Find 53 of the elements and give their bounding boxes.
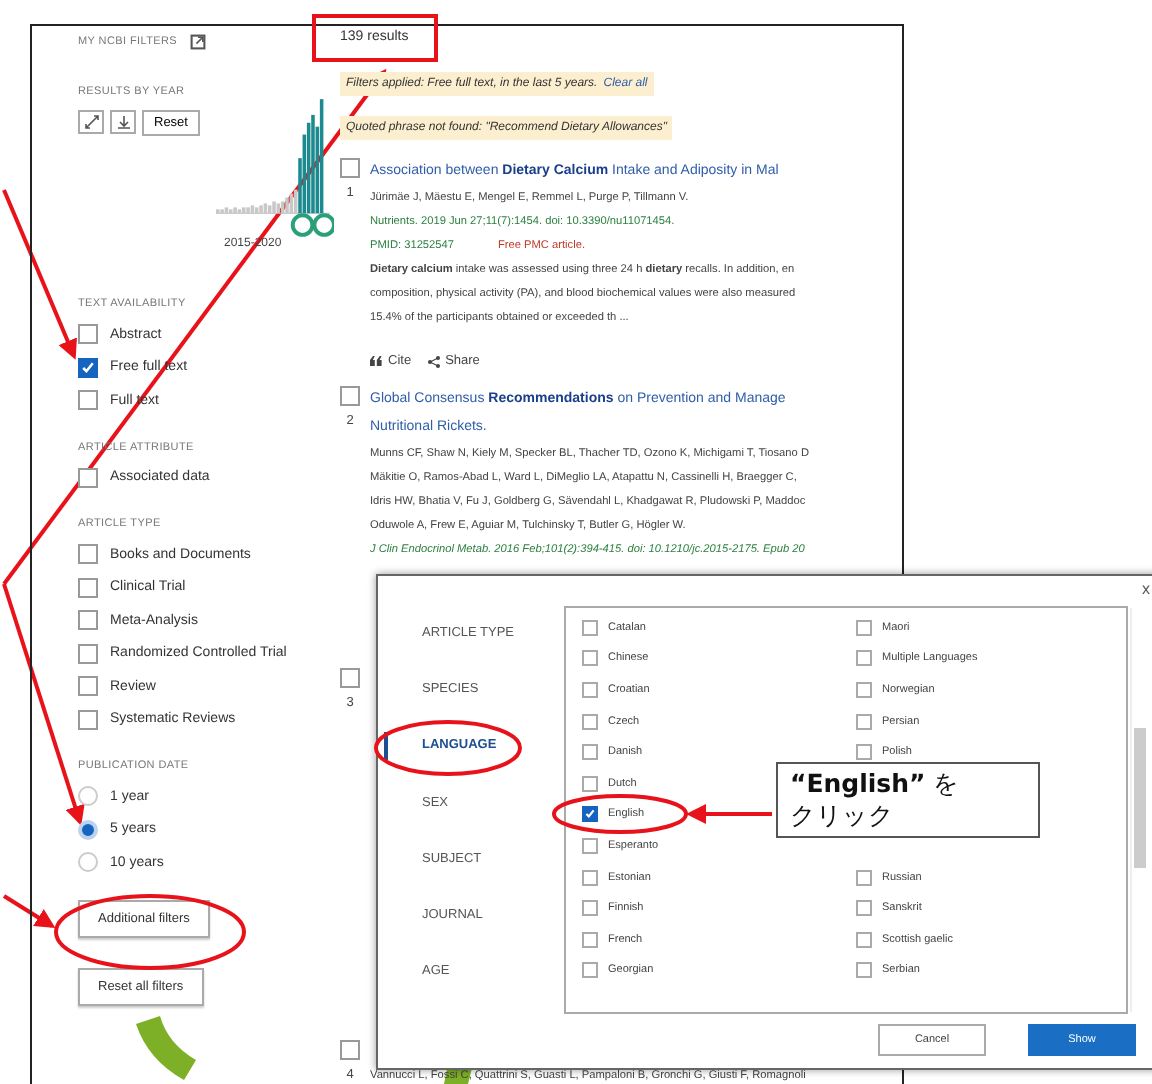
checkbox[interactable] xyxy=(582,681,598,698)
close-button[interactable]: x xyxy=(1142,580,1150,598)
checkbox[interactable] xyxy=(856,619,872,636)
checkbox[interactable] xyxy=(340,1040,360,1060)
scrollbar[interactable] xyxy=(1130,608,1148,1012)
checkbox[interactable] xyxy=(582,650,598,667)
checkbox[interactable] xyxy=(78,676,98,697)
checkbox[interactable] xyxy=(582,713,598,730)
checkbox[interactable] xyxy=(856,650,872,667)
checkbox[interactable] xyxy=(78,544,98,565)
checkbox[interactable] xyxy=(582,837,598,854)
checkbox[interactable] xyxy=(582,962,598,979)
checkbox[interactable] xyxy=(582,775,598,792)
checkbox[interactable] xyxy=(78,577,98,598)
checkbox[interactable] xyxy=(340,386,360,406)
radio-button[interactable] xyxy=(78,819,98,840)
checkbox[interactable] xyxy=(582,869,598,886)
highlight-rectangle xyxy=(312,14,438,62)
curved-arrow-drawing xyxy=(136,1016,196,1080)
radio-button[interactable] xyxy=(78,852,98,873)
callout-note: “English” を クリック xyxy=(776,762,1040,838)
checkbox[interactable] xyxy=(582,900,598,917)
share-icon xyxy=(427,355,440,367)
checkbox[interactable] xyxy=(340,158,360,178)
external-link-icon[interactable] xyxy=(189,34,206,50)
checkbox[interactable] xyxy=(856,744,872,761)
checkbox[interactable] xyxy=(856,962,872,979)
expand-icon xyxy=(83,114,99,130)
checkbox[interactable] xyxy=(856,869,872,886)
checkbox[interactable] xyxy=(856,713,872,730)
expand-button[interactable] xyxy=(78,110,104,134)
checkbox[interactable] xyxy=(582,806,598,823)
radio-button[interactable] xyxy=(78,786,98,807)
highlight-ellipse xyxy=(552,794,688,834)
checkbox[interactable] xyxy=(78,357,98,378)
checkbox[interactable] xyxy=(78,467,98,488)
quote-icon xyxy=(370,356,382,366)
checkbox[interactable] xyxy=(582,744,598,761)
download-button[interactable] xyxy=(110,110,136,134)
annotation-arrow xyxy=(2,894,56,929)
checkbox[interactable] xyxy=(78,324,98,345)
checkbox[interactable] xyxy=(582,931,598,948)
checkbox[interactable] xyxy=(340,668,360,688)
checkbox[interactable] xyxy=(856,681,872,698)
checkbox[interactable] xyxy=(856,931,872,948)
checkbox[interactable] xyxy=(78,643,98,664)
checkbox[interactable] xyxy=(78,709,98,730)
checkbox[interactable] xyxy=(582,619,598,636)
checkbox[interactable] xyxy=(78,390,98,411)
checkbox[interactable] xyxy=(856,900,872,917)
checkbox[interactable] xyxy=(78,610,98,631)
download-icon xyxy=(115,114,131,130)
annotation-arrow xyxy=(686,804,772,824)
